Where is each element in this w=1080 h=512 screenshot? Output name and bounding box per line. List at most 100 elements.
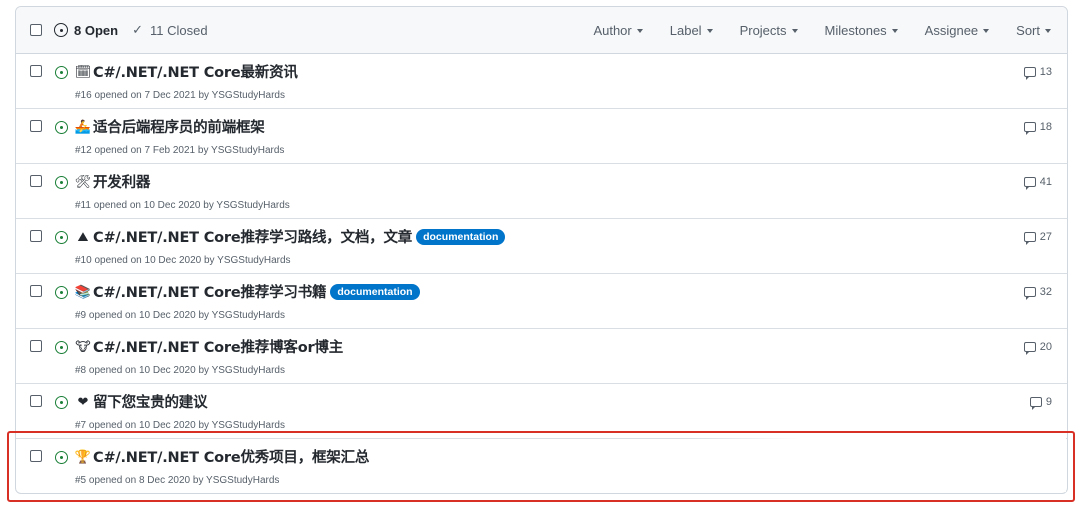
author-filter[interactable]: Author	[593, 22, 643, 38]
author-filter-label: Author	[593, 22, 632, 38]
comment-count: 9	[1045, 396, 1052, 408]
check-icon: ✓	[132, 22, 143, 37]
caret-down-icon	[983, 29, 990, 33]
issue-row[interactable]: 🛠 开发利器 #11 opened on 10 Dec 2020 by YSGS…	[16, 164, 1067, 219]
caret-down-icon	[636, 29, 643, 33]
books-icon: 📚	[74, 284, 92, 299]
comment-icon	[1023, 67, 1036, 80]
issue-row[interactable]: 🐮 C#/.NET/.NET Core推荐博客or博主 #8 opened on…	[16, 329, 1067, 384]
issue-title-line: 🗓 C#/.NET/.NET Core最新资讯	[75, 61, 298, 82]
label-documentation[interactable]: documentation	[416, 228, 506, 245]
comment-count: 27	[1039, 231, 1052, 243]
issue-title-link[interactable]: C#/.NET/.NET Core推荐学习路线，文档，文章	[93, 226, 412, 247]
issue-row[interactable]: ⛰ C#/.NET/.NET Core推荐学习路线，文档，文章 document…	[16, 219, 1067, 274]
issue-meta: #11 opened on 10 Dec 2020 by YSGStudyHar…	[75, 200, 290, 211]
issue-title-line: 🏆 C#/.NET/.NET Core优秀项目，框架汇总	[75, 446, 369, 467]
issue-opened-icon	[55, 396, 68, 409]
issue-opened-icon	[55, 341, 68, 354]
issue-meta: #8 opened on 10 Dec 2020 by YSGStudyHard…	[75, 365, 285, 376]
issue-row[interactable]: 🗓 C#/.NET/.NET Core最新资讯 #16 opened on 7 …	[16, 54, 1067, 109]
issue-meta: #10 opened on 10 Dec 2020 by YSGStudyHar…	[75, 255, 291, 266]
comment-count-link[interactable]: 9	[1029, 396, 1052, 410]
closed-count: 11 Closed	[149, 22, 208, 38]
issue-opened-icon	[54, 23, 68, 37]
label-documentation[interactable]: documentation	[330, 283, 420, 300]
projects-filter[interactable]: Projects	[740, 23, 798, 38]
issue-checkbox[interactable]	[30, 395, 42, 407]
issue-checkbox[interactable]	[30, 340, 42, 352]
issue-title-link[interactable]: C#/.NET/.NET Core推荐学习书籍	[93, 281, 327, 302]
comment-count: 41	[1039, 176, 1052, 188]
mountain-icon: ⛰	[77, 229, 89, 244]
issues-list: 8 Open ✓ 11 Closed Author Label Projects…	[15, 6, 1068, 494]
heart-icon: ❤	[77, 394, 89, 409]
caret-down-icon	[891, 29, 898, 33]
issue-title-link[interactable]: 适合后端程序员的前端框架	[93, 116, 265, 137]
caret-down-icon	[1045, 29, 1051, 33]
projects-filter-label: Projects	[739, 22, 787, 38]
issues-list-header: 8 Open ✓ 11 Closed Author Label Projects…	[16, 7, 1067, 54]
comment-count: 32	[1039, 286, 1052, 298]
tools-icon: 🛠	[74, 174, 92, 189]
issue-title-link[interactable]: C#/.NET/.NET Core优秀项目，框架汇总	[93, 446, 369, 467]
comment-icon	[1029, 397, 1042, 410]
comment-count-link[interactable]: 18	[1023, 121, 1052, 135]
issue-checkbox[interactable]	[30, 230, 42, 242]
caret-down-icon	[791, 29, 798, 33]
issue-row[interactable]: 📚 C#/.NET/.NET Core推荐学习书籍 documentation …	[16, 274, 1067, 329]
issue-meta: #16 opened on 7 Dec 2021 by YSGStudyHard…	[75, 90, 285, 101]
issue-row[interactable]: 🚣 适合后端程序员的前端框架 #12 opened on 7 Feb 2021 …	[16, 109, 1067, 164]
issue-title-link[interactable]: 开发利器	[93, 171, 150, 192]
issue-opened-icon	[55, 176, 68, 189]
issue-meta: #9 opened on 10 Dec 2020 by YSGStudyHard…	[75, 310, 285, 321]
comment-icon	[1023, 232, 1036, 245]
calendar-icon: 🗓	[74, 64, 92, 79]
issue-title-link[interactable]: C#/.NET/.NET Core最新资讯	[93, 61, 298, 82]
trophy-icon: 🏆	[74, 449, 92, 464]
comment-icon	[1023, 342, 1036, 355]
comment-count: 18	[1039, 121, 1052, 133]
issue-title-link[interactable]: C#/.NET/.NET Core推荐博客or博主	[93, 336, 343, 357]
issue-title-line: 🚣 适合后端程序员的前端框架	[75, 116, 265, 137]
sort-filter-label: Sort	[1016, 22, 1040, 38]
issue-row[interactable]: ❤ 留下您宝贵的建议 #7 opened on 10 Dec 2020 by Y…	[16, 384, 1067, 439]
caret-down-icon	[706, 29, 713, 33]
comment-count-link[interactable]: 32	[1023, 286, 1052, 300]
issue-checkbox[interactable]	[30, 450, 42, 462]
issue-checkbox[interactable]	[30, 175, 42, 187]
comment-count-link[interactable]: 41	[1023, 176, 1052, 190]
comment-icon	[1023, 122, 1036, 135]
label-filter[interactable]: Label	[670, 23, 713, 38]
issue-checkbox[interactable]	[30, 65, 42, 77]
issue-title-line: 🐮 C#/.NET/.NET Core推荐博客or博主	[75, 336, 343, 357]
sort-filter[interactable]: Sort	[1016, 23, 1051, 38]
open-issues-filter[interactable]: 8 Open	[54, 23, 118, 38]
issue-title-line: 📚 C#/.NET/.NET Core推荐学习书籍 documentation	[75, 281, 420, 302]
issue-title-line: ⛰ C#/.NET/.NET Core推荐学习路线，文档，文章 document…	[75, 226, 506, 247]
label-filter-label: Label	[669, 22, 702, 38]
comment-count: 13	[1039, 66, 1052, 78]
issue-meta: #12 opened on 7 Feb 2021 by YSGStudyHard…	[75, 145, 285, 156]
rowboat-icon: 🚣	[74, 119, 92, 134]
issue-opened-icon	[55, 286, 68, 299]
assignee-filter-label: Assignee	[924, 22, 979, 38]
assignee-filter[interactable]: Assignee	[924, 22, 990, 38]
comment-count: 20	[1039, 341, 1052, 353]
issue-meta: #5 opened on 8 Dec 2020 by YSGStudyHards	[75, 475, 280, 486]
issue-meta: #7 opened on 10 Dec 2020 by YSGStudyHard…	[75, 420, 285, 431]
issue-title-line: ❤ 留下您宝贵的建议	[75, 391, 208, 412]
issue-checkbox[interactable]	[30, 285, 42, 297]
issue-title-link[interactable]: 留下您宝贵的建议	[93, 391, 208, 412]
issue-checkbox[interactable]	[30, 120, 42, 132]
milestones-filter[interactable]: Milestones	[825, 23, 898, 38]
comment-icon	[1023, 177, 1036, 190]
open-count: 8 Open	[74, 22, 119, 38]
comment-count-link[interactable]: 27	[1023, 231, 1052, 245]
issue-opened-icon	[55, 231, 68, 244]
issue-row[interactable]: 🏆 C#/.NET/.NET Core优秀项目，框架汇总 #5 opened o…	[16, 439, 1067, 493]
closed-issues-filter[interactable]: ✓ 11 Closed	[132, 22, 207, 38]
comment-count-link[interactable]: 20	[1023, 341, 1052, 355]
comment-count-link[interactable]: 13	[1023, 66, 1052, 80]
milestones-filter-label: Milestones	[824, 22, 887, 38]
select-all-checkbox[interactable]	[30, 24, 42, 36]
